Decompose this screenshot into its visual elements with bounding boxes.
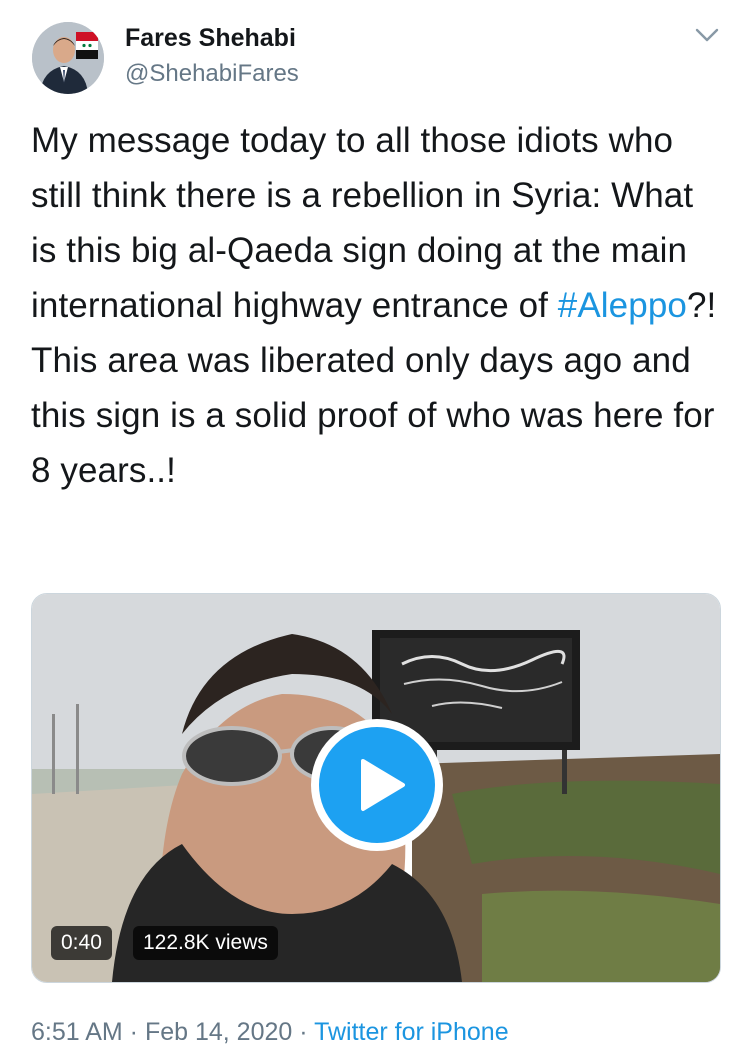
play-icon xyxy=(319,727,435,843)
hashtag-link[interactable]: #Aleppo xyxy=(558,286,687,325)
tweet-text: My message today to all those idiots who… xyxy=(31,113,721,498)
tweet-card: Fares Shehabi @ShehabiFares My message t… xyxy=(0,0,750,1063)
author-name[interactable]: Fares Shehabi xyxy=(125,24,296,53)
avatar[interactable] xyxy=(32,22,104,94)
tweet-meta: 6:51 AM · Feb 14, 2020 · Twitter for iPh… xyxy=(31,1018,509,1047)
chevron-down-icon[interactable] xyxy=(694,24,720,46)
tweet-source-link[interactable]: Twitter for iPhone xyxy=(314,1018,509,1046)
view-count: 122.8K views xyxy=(133,926,278,960)
tweet-time[interactable]: 6:51 AM xyxy=(31,1018,123,1046)
meta-separator: · xyxy=(292,1018,315,1046)
meta-separator: · xyxy=(122,1018,145,1046)
video-duration: 0:40 xyxy=(51,926,112,960)
tweet-date[interactable]: Feb 14, 2020 xyxy=(145,1018,292,1046)
author-handle[interactable]: @ShehabiFares xyxy=(125,60,299,88)
play-button[interactable] xyxy=(311,719,443,851)
video-player[interactable]: 0:40 122.8K views xyxy=(31,593,721,983)
